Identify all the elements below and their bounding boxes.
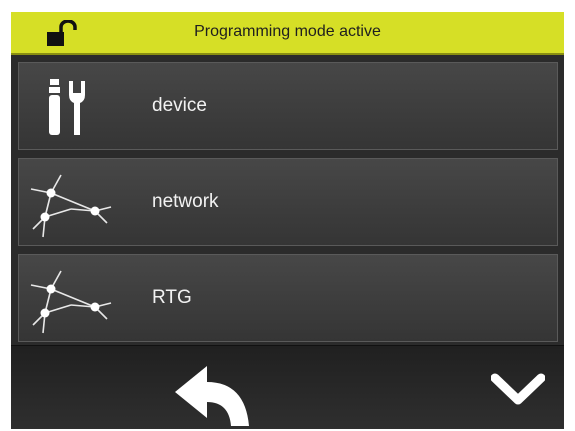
menu-item-device[interactable]: device: [18, 62, 558, 150]
menu-item-label: network: [152, 191, 219, 212]
menu-item-label: device: [152, 95, 207, 116]
network-nodes-icon: [30, 270, 112, 334]
status-text: Programming mode active: [194, 23, 381, 40]
navigation-bar: [11, 345, 564, 429]
menu-item-label: RTG: [152, 287, 192, 308]
back-arrow-icon[interactable]: [171, 360, 255, 429]
network-nodes-icon: [30, 174, 112, 238]
menu-item-rtg[interactable]: RTG: [18, 254, 558, 342]
tools-icon: [49, 79, 85, 135]
unlocked-padlock-icon: [47, 20, 77, 46]
chevron-down-icon[interactable]: [491, 366, 545, 412]
menu-item-network[interactable]: network: [18, 158, 558, 246]
device-screen: Programming mode active device network R…: [11, 12, 564, 429]
status-bar: Programming mode active: [11, 12, 564, 55]
